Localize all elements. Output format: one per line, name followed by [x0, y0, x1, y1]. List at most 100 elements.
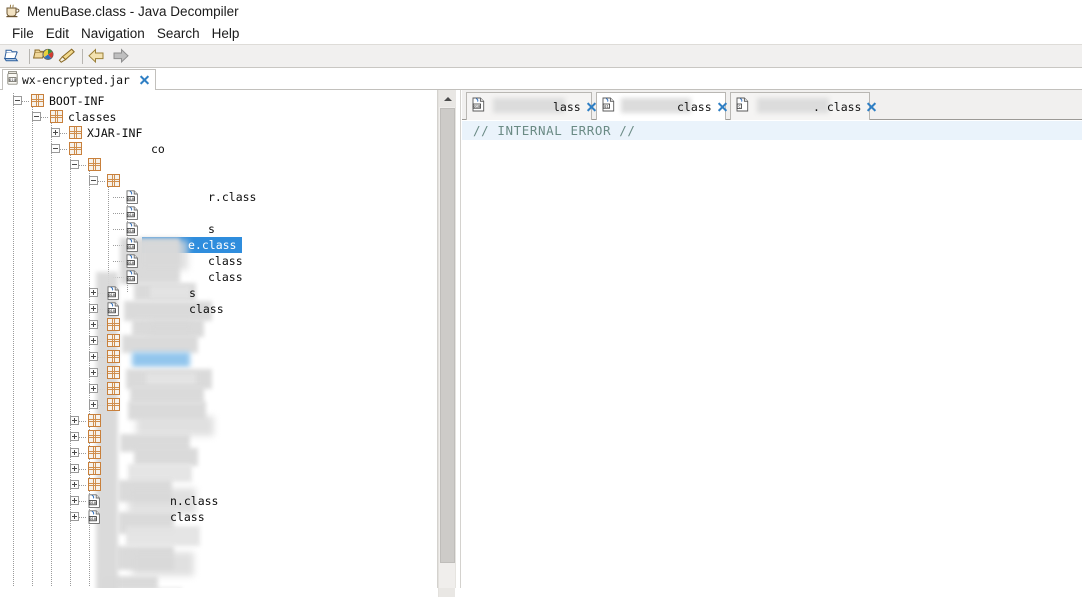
tree-row[interactable] [0, 429, 437, 445]
redaction-blob [132, 352, 190, 367]
tree-row[interactable]: 010 s [0, 221, 437, 237]
package-icon [69, 126, 82, 139]
expand-icon[interactable] [70, 464, 79, 473]
expand-icon[interactable] [70, 480, 79, 489]
tree-row[interactable] [0, 365, 437, 381]
collapse-icon[interactable] [32, 112, 41, 121]
tree-row[interactable] [0, 317, 437, 333]
editor-tab-3[interactable]: c . class [730, 92, 870, 120]
tree-row[interactable] [0, 413, 437, 429]
open-file-icon[interactable] [3, 46, 25, 66]
scrollbar-thumb[interactable] [440, 108, 455, 563]
expand-icon[interactable] [89, 288, 98, 297]
tree-row[interactable]: XJAR-INF [0, 125, 437, 141]
tree-row[interactable]: classes [0, 109, 437, 125]
jar-tab-wx-encrypted[interactable]: 010 wx-encrypted.jar [2, 69, 156, 90]
tree-row[interactable] [0, 381, 437, 397]
collapse-icon[interactable] [51, 144, 60, 153]
pane-splitter[interactable] [455, 90, 461, 588]
expand-icon[interactable] [89, 352, 98, 361]
tree-row[interactable]: 010 class [0, 253, 437, 269]
tree-row[interactable]: 010 [0, 205, 437, 221]
menu-search[interactable]: Search [151, 25, 206, 42]
expand-icon[interactable] [70, 432, 79, 441]
svg-text:010: 010 [127, 277, 134, 281]
bottom-left-filler [0, 588, 438, 597]
close-icon[interactable] [865, 101, 877, 113]
redaction-blob [126, 526, 200, 546]
package-icon [31, 94, 44, 107]
tree-row[interactable] [0, 461, 437, 477]
expand-icon[interactable] [89, 384, 98, 393]
tree-guide [113, 229, 125, 230]
back-arrow-icon[interactable] [86, 46, 108, 66]
package-icon [107, 366, 120, 379]
class-icon: 010 [107, 286, 120, 300]
tree-row-label: n.class [170, 494, 219, 508]
class-icon: 010 [126, 222, 139, 236]
tree-vertical-scrollbar[interactable] [438, 90, 456, 588]
class-icon: 01 [602, 97, 615, 117]
tree-row[interactable] [0, 157, 437, 173]
menu-navigation[interactable]: Navigation [75, 25, 151, 42]
forward-arrow-icon[interactable] [109, 46, 131, 66]
jar-tab-label: wx-encrypted.jar [22, 73, 130, 87]
tree-row[interactable] [0, 477, 437, 493]
menubar: File Edit Navigation Search Help [0, 22, 1082, 44]
tree-row-label: class [189, 302, 224, 316]
expand-icon[interactable] [70, 416, 79, 425]
tree-row[interactable]: 010 class [0, 269, 437, 285]
close-icon[interactable] [716, 101, 728, 113]
tree-row[interactable] [0, 349, 437, 365]
editor-tab-1[interactable]: 010 lass [466, 92, 592, 120]
tree-row-list: BOOT-INF classes XJAR-INF co 010 r.class 010 01… [0, 93, 437, 525]
tree-row[interactable]: 010 e.class [0, 237, 437, 253]
tree-row[interactable]: co [0, 141, 437, 157]
scroll-up-arrow-icon[interactable] [439, 90, 456, 107]
tree-row[interactable]: 010 class [0, 509, 437, 525]
package-icon [69, 142, 82, 155]
package-icon [107, 382, 120, 395]
tree-row[interactable]: BOOT-INF [0, 93, 437, 109]
tree-row[interactable] [0, 333, 437, 349]
expand-icon[interactable] [51, 128, 60, 137]
tree-row-label: co [151, 142, 165, 156]
package-icon [88, 478, 101, 491]
expand-icon[interactable] [89, 320, 98, 329]
tree-row[interactable]: 010 class [0, 301, 437, 317]
expand-icon[interactable] [70, 512, 79, 521]
close-icon[interactable] [585, 101, 597, 113]
tree-row[interactable] [0, 173, 437, 189]
class-icon: 010 [472, 97, 485, 117]
editor-tab-label: lass [553, 99, 581, 114]
expand-icon[interactable] [89, 400, 98, 409]
expand-icon[interactable] [89, 336, 98, 345]
editor-tab-2[interactable]: 01 class [596, 92, 728, 121]
tree-row-label: r.class [208, 190, 257, 204]
package-icon [107, 350, 120, 363]
expand-icon[interactable] [89, 304, 98, 313]
menu-edit[interactable]: Edit [40, 25, 75, 42]
code-editor[interactable]: // INTERNAL ERROR // [462, 120, 1082, 588]
redaction-blob [140, 240, 188, 270]
tree-row[interactable]: 010 s [0, 285, 437, 301]
class-icon: 010 [126, 206, 139, 220]
jar-tree[interactable]: BOOT-INF classes XJAR-INF co 010 r.class 010 01… [0, 90, 438, 588]
expand-icon[interactable] [70, 496, 79, 505]
collapse-icon[interactable] [13, 96, 22, 105]
tree-row[interactable]: 010 r.class [0, 189, 437, 205]
collapse-icon[interactable] [70, 160, 79, 169]
highlight-icon[interactable] [56, 46, 78, 66]
collapse-icon[interactable] [89, 176, 98, 185]
tree-row[interactable]: 010 n.class [0, 493, 437, 509]
menu-file[interactable]: File [6, 25, 40, 42]
close-icon[interactable] [138, 74, 150, 86]
class-icon: 010 [126, 254, 139, 268]
tree-row[interactable] [0, 445, 437, 461]
expand-icon[interactable] [89, 368, 98, 377]
expand-icon[interactable] [70, 448, 79, 457]
tree-row[interactable] [0, 397, 437, 413]
open-type-icon[interactable] [32, 46, 55, 66]
package-icon [88, 158, 101, 171]
menu-help[interactable]: Help [206, 25, 246, 42]
